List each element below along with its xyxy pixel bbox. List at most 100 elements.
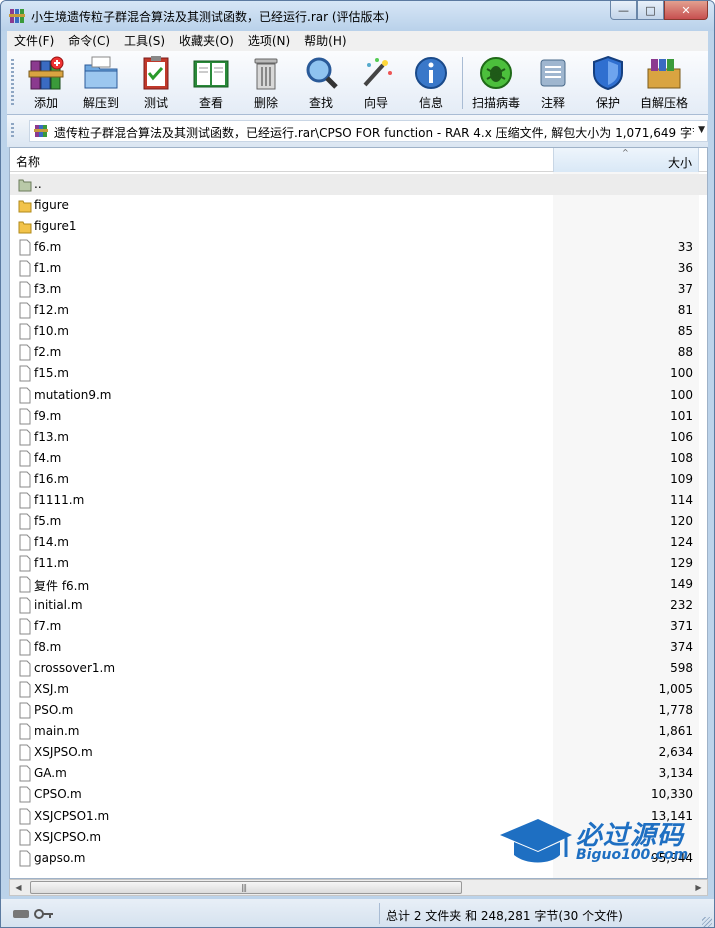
file-icon: [19, 786, 31, 803]
open-book-icon: [193, 60, 229, 88]
file-icon: [19, 471, 31, 488]
file-row[interactable]: GA.m 3,134: [10, 763, 707, 784]
file-row[interactable]: f1.m 36: [10, 258, 707, 279]
wizard-label: 向导: [363, 96, 388, 110]
file-row[interactable]: f4.m 108: [10, 448, 707, 469]
file-row[interactable]: f11.m 129: [10, 553, 707, 574]
menu-commands[interactable]: 命令(C): [61, 31, 117, 51]
sfx-button[interactable]: 自解压格: [637, 55, 691, 113]
view-label: 查看: [198, 96, 223, 110]
toolbar-grip[interactable]: [11, 59, 14, 107]
protect-button[interactable]: 保护: [581, 55, 635, 113]
sfx-label: 自解压格: [639, 96, 688, 110]
row-size: 1,005: [658, 682, 693, 697]
row-size: 374: [670, 640, 693, 655]
file-row[interactable]: f12.m 81: [10, 300, 707, 321]
file-row[interactable]: crossover1.m 598: [10, 658, 707, 679]
file-row[interactable]: f15.m 100: [10, 363, 707, 384]
file-icon: [19, 429, 31, 446]
menu-options[interactable]: 选项(N): [241, 31, 297, 51]
key-icon[interactable]: [33, 908, 55, 920]
comment-button[interactable]: 注释: [526, 55, 580, 113]
file-row[interactable]: f1111.m 114: [10, 490, 707, 511]
file-row[interactable]: PSO.m 1,778: [10, 700, 707, 721]
menu-file[interactable]: 文件(F): [7, 31, 61, 51]
find-button[interactable]: 查找: [294, 55, 348, 113]
row-size: 100: [670, 366, 693, 381]
file-row[interactable]: CPSO.m 10,330: [10, 784, 707, 805]
file-row[interactable]: f5.m 120: [10, 511, 707, 532]
file-row[interactable]: f9.m 101: [10, 406, 707, 427]
virusscan-label: 扫描病毒: [471, 96, 520, 110]
maximize-button[interactable]: □: [637, 1, 664, 20]
row-size: 3,134: [658, 766, 693, 781]
row-name: gapso.m: [34, 850, 86, 865]
row-size: 114: [670, 492, 693, 507]
file-row[interactable]: f13.m 106: [10, 427, 707, 448]
close-button[interactable]: ✕: [664, 1, 708, 20]
row-name: XSJCPSO.m: [34, 829, 102, 844]
menu-tools[interactable]: 工具(S): [117, 31, 172, 51]
bug-scan-icon: [480, 57, 512, 89]
file-icon: [19, 660, 31, 677]
file-row[interactable]: main.m 1,861: [10, 721, 707, 742]
address-bar: 遗传粒子群混合算法及其测试函数，已经运行.rar\CPSO FOR functi…: [7, 115, 708, 147]
file-row[interactable]: XSJPSO.m 2,634: [10, 742, 707, 763]
row-size: 149: [670, 576, 693, 591]
row-name: f10.m: [34, 324, 69, 339]
folder-extract-icon: [84, 56, 118, 89]
scroll-thumb[interactable]: |||: [30, 881, 462, 894]
file-row[interactable]: 复件 f6.m 149: [10, 574, 707, 595]
file-icon: [19, 576, 31, 593]
address-path-field[interactable]: 遗传粒子群混合算法及其测试函数，已经运行.rar\CPSO FOR functi…: [29, 120, 708, 142]
folder-row[interactable]: figure: [10, 195, 707, 216]
file-icon: [19, 555, 31, 572]
name-column-header[interactable]: 名称: [16, 153, 40, 170]
row-name: f12.m: [34, 303, 69, 318]
horizontal-scrollbar[interactable]: ◀ ||| ▶: [9, 879, 708, 896]
menu-help[interactable]: 帮助(H): [297, 31, 353, 51]
file-icon: [19, 534, 31, 551]
address-grip[interactable]: [11, 123, 14, 139]
parent-folder-row[interactable]: ..: [10, 174, 707, 195]
file-row[interactable]: mutation9.m 100: [10, 385, 707, 406]
add-button[interactable]: 添加: [19, 55, 73, 113]
file-row[interactable]: f2.m 88: [10, 342, 707, 363]
row-size: 10,330: [651, 787, 693, 802]
file-row[interactable]: f3.m 37: [10, 279, 707, 300]
file-row[interactable]: f7.m 371: [10, 616, 707, 637]
minimize-button[interactable]: —: [610, 1, 637, 20]
scroll-left-arrow[interactable]: ◀: [10, 880, 27, 895]
file-row[interactable]: initial.m 232: [10, 595, 707, 616]
sort-ascending-icon: ^: [622, 148, 629, 157]
delete-button[interactable]: 删除: [239, 55, 293, 113]
file-row[interactable]: f14.m 124: [10, 532, 707, 553]
extract-label: 解压到: [82, 96, 119, 110]
scroll-thumb-grip: |||: [241, 883, 247, 892]
row-size: 37: [677, 282, 693, 297]
file-icon: [19, 597, 31, 614]
size-column-header[interactable]: ^ 大小: [553, 148, 699, 172]
title-bar[interactable]: 小生境遗传粒子群混合算法及其测试函数，已经运行.rar (评估版本) — □ ✕: [1, 1, 714, 31]
file-row[interactable]: XSJ.m 1,005: [10, 679, 707, 700]
virusscan-button[interactable]: 扫描病毒: [469, 55, 523, 113]
file-list[interactable]: 名称 ^ 大小 .. figure figure1 f6.m 33 f1.m 36 f3.m 3…: [9, 147, 708, 879]
address-dropdown-arrow[interactable]: ▼: [698, 125, 705, 135]
scroll-right-arrow[interactable]: ▶: [690, 880, 707, 895]
info-button[interactable]: 信息: [404, 55, 458, 113]
file-icon: [19, 281, 31, 298]
folder-row[interactable]: figure1: [10, 216, 707, 237]
wizard-button[interactable]: 向导: [349, 55, 403, 113]
row-size: 108: [670, 450, 693, 465]
file-icon: [19, 513, 31, 530]
file-row[interactable]: f6.m 33: [10, 237, 707, 258]
extract-button[interactable]: 解压到: [74, 55, 128, 113]
test-button[interactable]: 测试: [129, 55, 183, 113]
file-row[interactable]: f10.m 85: [10, 321, 707, 342]
resize-grip[interactable]: [702, 917, 712, 927]
view-button[interactable]: 查看: [184, 55, 238, 113]
menu-favorites[interactable]: 收藏夹(O): [172, 31, 241, 51]
file-row[interactable]: f16.m 109: [10, 469, 707, 490]
file-row[interactable]: f8.m 374: [10, 637, 707, 658]
drive-icon[interactable]: [13, 910, 29, 918]
